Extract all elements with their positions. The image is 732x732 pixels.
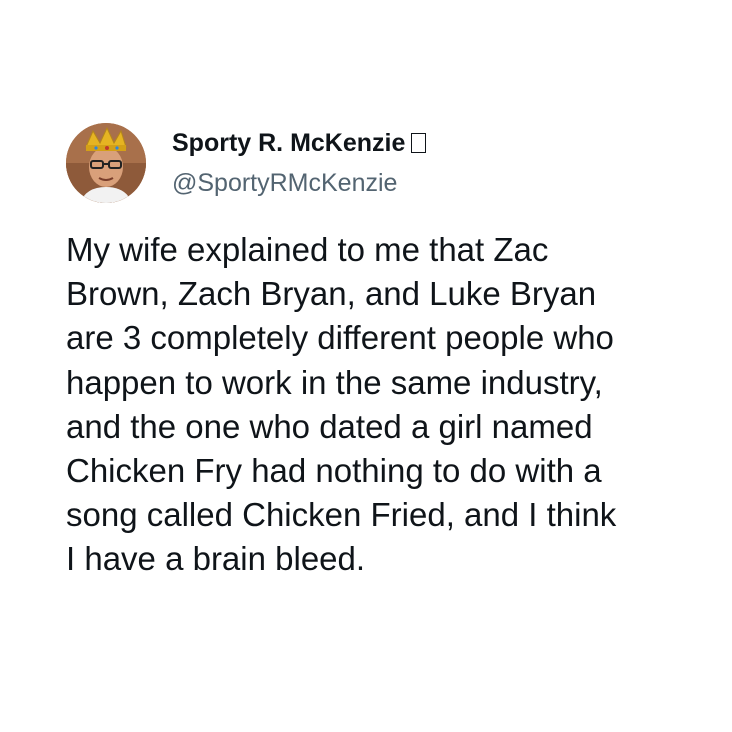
tweet-text-line: happen to work in the same industry,	[66, 363, 603, 401]
tweet-text-line: Chicken Fry had nothing to do with a	[66, 452, 602, 490]
tweet-text-line: are 3 completely different people who	[66, 319, 614, 357]
avatar-photo-icon	[66, 123, 146, 203]
tweet-card: Sporty R. McKenzie @SportyRMcKenzie My w…	[0, 0, 732, 732]
tweet-text-line: song called Chicken Fried, and I think	[66, 496, 617, 534]
missing-glyph-icon	[411, 133, 427, 153]
tweet-text-line: Brown, Zach Bryan, and Luke Bryan	[66, 275, 597, 313]
tweet-text-line: My wife explained to me that Zac	[66, 231, 549, 268]
avatar[interactable]	[66, 123, 146, 203]
tweet-text: My wife explained to me that Zac Brown, …	[66, 228, 676, 582]
author-display-name[interactable]: Sporty R. McKenzie	[172, 127, 427, 159]
tweet-text-line: I have a brain bleed.	[66, 540, 366, 578]
display-name-text: Sporty R. McKenzie	[172, 129, 406, 157]
tweet-text-line: and the one who dated a girl named	[66, 407, 593, 445]
author-handle[interactable]: @SportyRMcKenzie	[172, 167, 397, 199]
